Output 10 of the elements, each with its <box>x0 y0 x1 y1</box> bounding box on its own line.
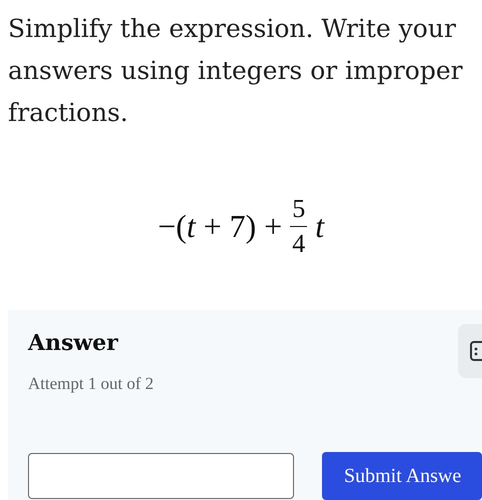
variable-text: t <box>315 208 324 244</box>
answer-title: Answer <box>28 330 118 356</box>
attempt-text: Attempt 1 out of 2 <box>28 374 154 394</box>
question-text: Simplify the expression. Write your answers using integers or improper fractions. <box>8 13 464 129</box>
fraction-numerator: 5 <box>290 192 308 226</box>
fraction-denominator: 4 <box>292 228 306 260</box>
submit-button[interactable]: Submit Answe <box>322 452 482 500</box>
calculator-icon <box>470 341 482 361</box>
expression-text: −(t + 7) + <box>158 208 282 244</box>
answer-input[interactable] <box>28 453 294 499</box>
